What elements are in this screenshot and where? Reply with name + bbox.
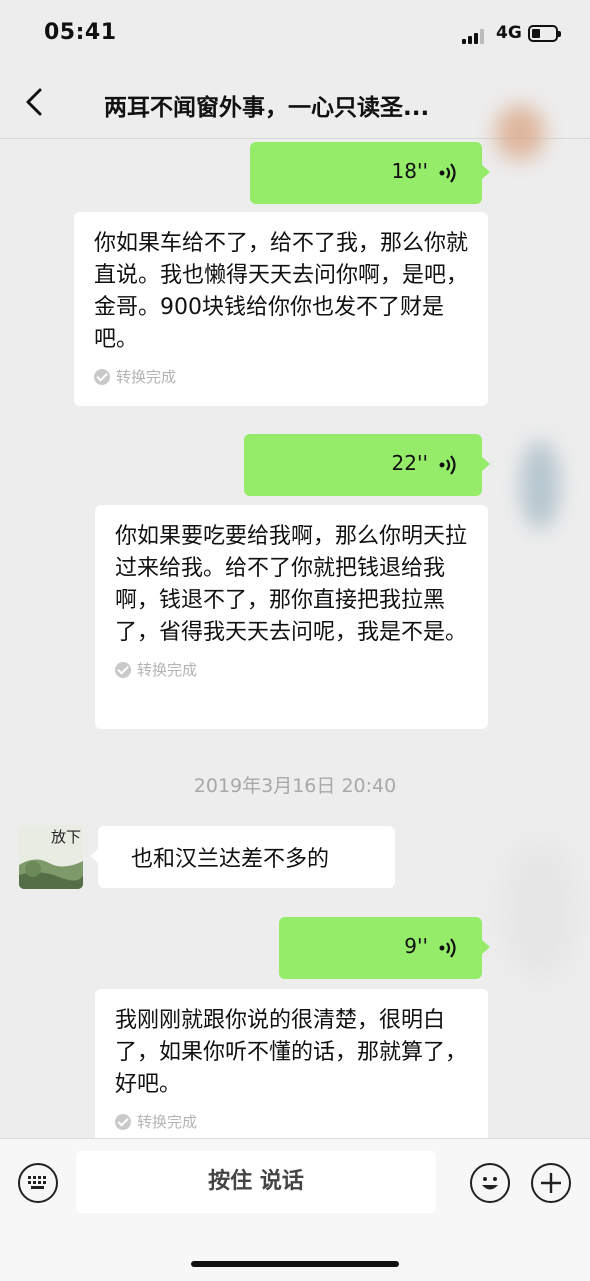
check-icon <box>115 661 131 678</box>
back-arrow-icon <box>26 88 42 116</box>
emoji-button[interactable] <box>470 1163 510 1203</box>
svg-text:放下: 放下 <box>51 828 81 846</box>
check-icon <box>94 368 110 385</box>
signal-icon <box>462 28 490 44</box>
voice-duration: 18'' <box>391 159 428 183</box>
voice-message[interactable]: 18'' <box>250 142 490 204</box>
status-time: 05:41 <box>44 20 117 45</box>
status-bar: 05:41 4G <box>0 0 590 70</box>
keyboard-icon <box>28 1176 46 1189</box>
hold-to-talk-button[interactable]: 按住 说话 <box>76 1151 436 1213</box>
voice-message[interactable]: 9'' <box>279 917 490 979</box>
voice-wave-icon <box>439 938 456 958</box>
redaction-blur <box>500 840 580 980</box>
transcript-bubble: 你如果要吃要给我啊，那么你明天拉过来给我。给不了你就把钱退给我啊，钱退不了，那你… <box>95 505 488 729</box>
transcript-status: 转换完成 <box>115 659 468 680</box>
input-bar: 按住 说话 <box>0 1138 590 1281</box>
voice-wave-icon <box>439 163 456 183</box>
check-icon <box>115 1113 131 1130</box>
transcript-text: 你如果要吃要给我啊，那么你明天拉过来给我。给不了你就把钱退给我啊，钱退不了，那你… <box>115 524 468 645</box>
more-button[interactable] <box>531 1163 571 1203</box>
redaction-blur <box>520 440 560 530</box>
transcript-status: 转换完成 <box>94 366 468 387</box>
voice-wave-icon <box>439 455 456 475</box>
message-timestamp: 2019年3月16日 20:40 <box>193 775 397 797</box>
transcript-bubble: 我刚刚就跟你说的很清楚，很明白了，如果你听不懂的话，那就算了，好吧。 转换完成 <box>95 989 488 1138</box>
network-label: 4G <box>496 23 522 43</box>
keyboard-button[interactable] <box>18 1163 58 1203</box>
back-button[interactable] <box>20 82 50 122</box>
voice-message[interactable]: 22'' <box>244 434 490 496</box>
message-text: 也和汉兰达差不多的 <box>131 847 330 872</box>
avatar-image: 放下 <box>19 825 83 889</box>
plus-icon <box>541 1173 561 1193</box>
avatar[interactable]: 放下 <box>19 825 83 889</box>
chat-title: 两耳不闻窗外事，一心只读圣... <box>104 95 430 121</box>
voice-duration: 22'' <box>391 451 428 475</box>
emoji-icon <box>482 1177 498 1190</box>
redaction-blur <box>495 105 545 160</box>
battery-icon <box>528 25 561 42</box>
transcript-text: 你如果车给不了，给不了我，那么你就直说。我也懒得天天去问你啊，是吧，金哥。900… <box>94 231 469 352</box>
home-indicator <box>191 1261 399 1267</box>
transcript-text: 我刚刚就跟你说的很清楚，很明白了，如果你听不懂的话，那就算了，好吧。 <box>115 1008 468 1097</box>
transcript-bubble: 你如果车给不了，给不了我，那么你就直说。我也懒得天天去问你啊，是吧，金哥。900… <box>74 212 488 406</box>
transcript-status: 转换完成 <box>115 1111 468 1132</box>
incoming-message[interactable]: 也和汉兰达差不多的 <box>90 826 395 888</box>
voice-duration: 9'' <box>404 934 428 958</box>
